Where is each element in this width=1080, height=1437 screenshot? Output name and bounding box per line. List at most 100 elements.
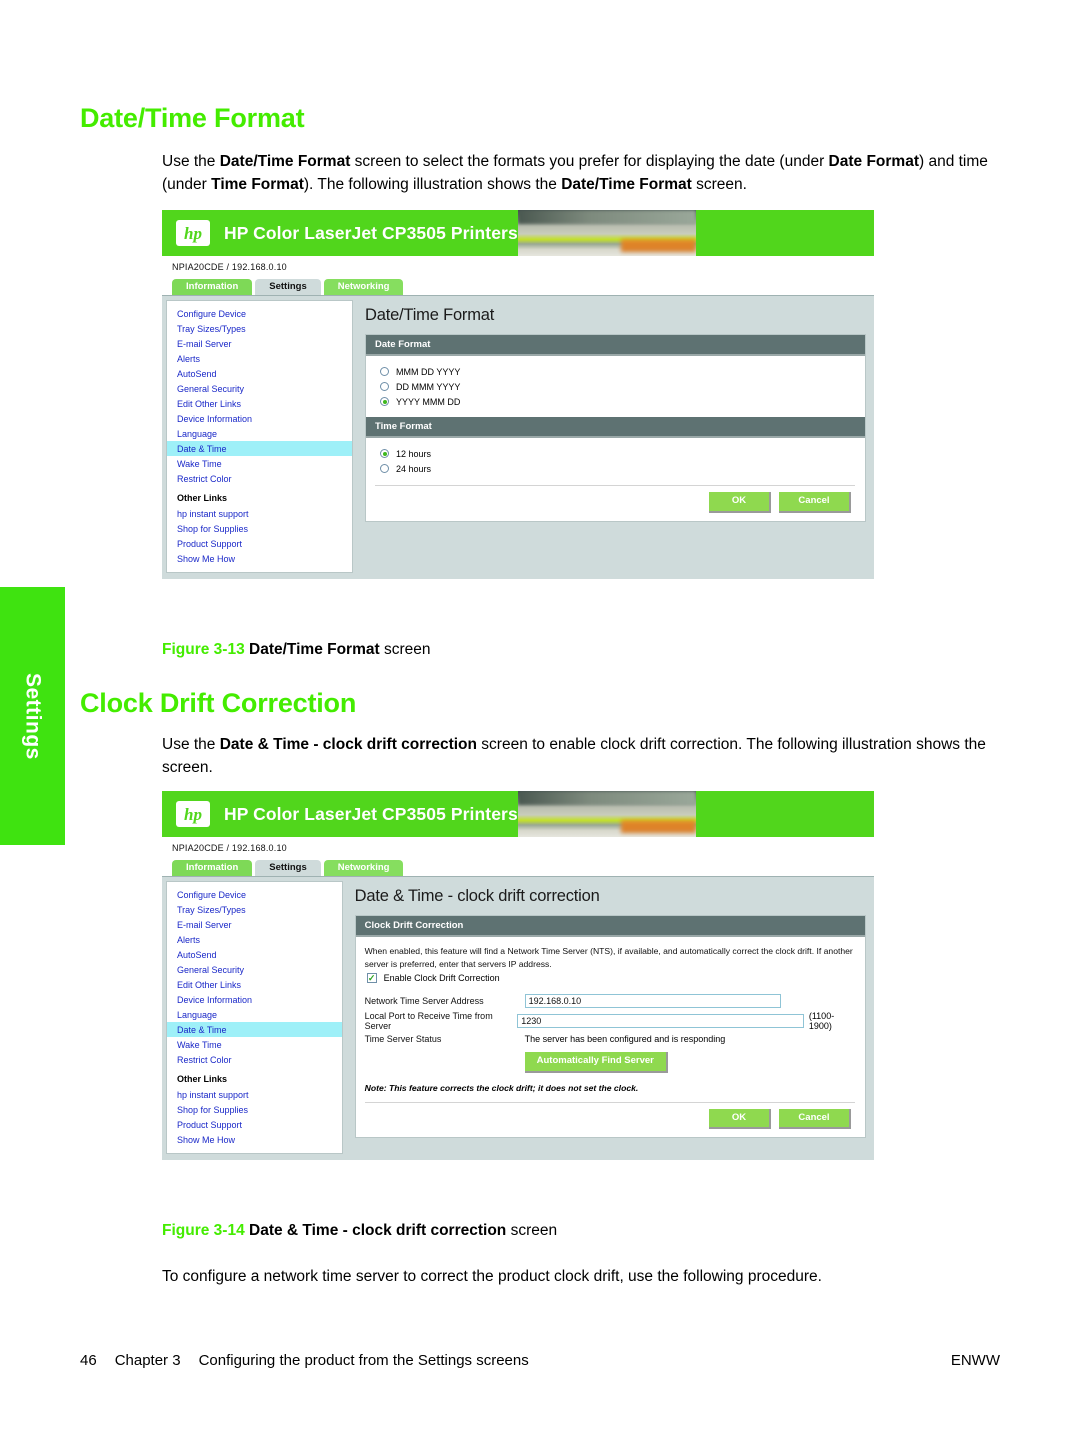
ok-button[interactable]: OK: [709, 1108, 771, 1129]
radio-row-yyyy-mmm-dd[interactable]: YYYY MMM DD: [375, 394, 855, 409]
sidebar-item-general-security[interactable]: General Security: [177, 381, 352, 396]
radio-icon-yyyy-mmm-dd[interactable]: [380, 397, 389, 406]
sidebar-item-tray-sizes-types[interactable]: Tray Sizes/Types: [177, 902, 342, 917]
radio-label-yyyy-mmm-dd: YYYY MMM DD: [396, 396, 461, 407]
checkbox-enable-clock-drift[interactable]: ✓: [366, 973, 377, 983]
sidebar-item-e-mail-server[interactable]: E-mail Server: [177, 917, 342, 932]
date-format-options: MMM DD YYYY DD MMM YYYY YYYY MMM DD: [366, 356, 865, 417]
figure-title-3-14: Date & Time - clock drift correction: [249, 1222, 507, 1239]
button-row: OK Cancel: [375, 492, 855, 513]
sidebar-item-shop-for-supplies[interactable]: Shop for Supplies: [177, 1102, 342, 1117]
radio-icon-24-hours[interactable]: [380, 464, 389, 473]
hp-logo-icon: hp: [176, 220, 210, 246]
page-title-clock-drift-correction: Clock Drift Correction: [80, 688, 357, 718]
footer-chapter-title: Configuring the product from the Setting…: [198, 1352, 529, 1369]
sidebar-item-autosend[interactable]: AutoSend: [177, 366, 352, 381]
ews-device-id: NPIA20CDE / 192.168.0.10: [172, 843, 287, 853]
ews-page-heading: Date/Time Format: [365, 306, 495, 324]
radio-icon-mmm-dd-yyyy[interactable]: [380, 367, 389, 376]
radio-icon-12-hours[interactable]: [380, 449, 389, 458]
cancel-button[interactable]: Cancel: [779, 492, 851, 513]
figure-number-3-14: Figure 3-14: [162, 1222, 245, 1239]
tab-settings[interactable]: Settings: [255, 859, 321, 876]
radio-row-mmm-dd-yyyy[interactable]: MMM DD YYYY: [375, 364, 855, 379]
clock-drift-section-header: Clock Drift Correction: [355, 916, 865, 937]
ews-body: Configure Device Tray Sizes/Types E-mail…: [162, 295, 874, 579]
sidebar-item-edit-other-links[interactable]: Edit Other Links: [177, 396, 352, 411]
sidebar-item-date-time[interactable]: Date & Time: [167, 1022, 342, 1037]
figure-number-3-13: Figure 3-13: [162, 641, 245, 658]
ews-screenshot-date-time-format: hp HP Color LaserJet CP3505 Printers NPI…: [162, 210, 874, 628]
cancel-button[interactable]: Cancel: [779, 1108, 851, 1129]
tab-information[interactable]: Information: [172, 278, 253, 295]
tab-networking[interactable]: Networking: [323, 859, 404, 876]
sidebar-item-device-information[interactable]: Device Information: [177, 411, 352, 426]
sidebar-item-autosend[interactable]: AutoSend: [177, 947, 342, 962]
radio-row-dd-mmm-yyyy[interactable]: DD MMM YYYY: [375, 379, 855, 394]
sidebar-item-configure-device[interactable]: Configure Device: [177, 887, 342, 902]
ews-tab-bar[interactable]: Information Settings Networking: [162, 857, 874, 876]
ews-banner: hp HP Color LaserJet CP3505 Printers: [162, 791, 874, 837]
ews-sidebar[interactable]: Configure Device Tray Sizes/Types E-mail…: [166, 881, 343, 1154]
network-time-server-address-label: Network Time Server Address: [364, 996, 484, 1006]
local-port-input[interactable]: 1230: [517, 1014, 804, 1028]
sidebar-item-restrict-color[interactable]: Restrict Color: [177, 1052, 342, 1067]
figure-title-3-13: Date/Time Format: [249, 641, 380, 658]
sidebar-item-e-mail-server[interactable]: E-mail Server: [177, 336, 352, 351]
ok-button[interactable]: OK: [709, 492, 771, 513]
ews-banner: hp HP Color LaserJet CP3505 Printers: [162, 210, 874, 256]
ews-sidebar[interactable]: Configure Device Tray Sizes/Types E-mail…: [166, 300, 353, 573]
local-port-row: Local Port to Receive Time from Server 1…: [365, 1011, 855, 1031]
radio-row-24-hours[interactable]: 24 hours: [375, 461, 855, 476]
sidebar-item-configure-device[interactable]: Configure Device: [177, 306, 352, 321]
sidebar-item-wake-time[interactable]: Wake Time: [177, 456, 352, 471]
radio-row-12-hours[interactable]: 12 hours: [375, 446, 855, 461]
tab-networking[interactable]: Networking: [323, 278, 404, 295]
ews-screenshot-clock-drift-correction: hp HP Color LaserJet CP3505 Printers NPI…: [162, 791, 874, 1205]
radio-label-dd-mmm-yyyy: DD MMM YYYY: [396, 381, 461, 392]
sidebar-item-show-me-how[interactable]: Show Me How: [177, 1132, 342, 1147]
sidebar-item-hp-instant-support[interactable]: hp instant support: [177, 1087, 342, 1102]
ews-banner-title: HP Color LaserJet CP3505 Printers: [224, 803, 518, 824]
sidebar-item-alerts[interactable]: Alerts: [177, 932, 342, 947]
sidebar-item-edit-other-links[interactable]: Edit Other Links: [177, 977, 342, 992]
sidebar-item-restrict-color[interactable]: Restrict Color: [177, 471, 352, 486]
sidebar-item-device-information[interactable]: Device Information: [177, 992, 342, 1007]
sidebar-item-alerts[interactable]: Alerts: [177, 351, 352, 366]
sidebar-item-date-time[interactable]: Date & Time: [167, 441, 352, 456]
ews-tab-bar[interactable]: Information Settings Networking: [162, 276, 874, 295]
ews-main-content: Date & Time - clock drift correction Clo…: [343, 877, 874, 1160]
checkbox-label-enable-clock-drift: Enable Clock Drift Correction: [383, 973, 500, 983]
sidebar-item-language[interactable]: Language: [177, 1007, 342, 1022]
clock-drift-note: Note: This feature corrects the clock dr…: [364, 1082, 639, 1093]
sidebar-item-product-support[interactable]: Product Support: [177, 536, 352, 551]
sidebar-item-shop-for-supplies[interactable]: Shop for Supplies: [177, 521, 352, 536]
sidebar-other-links-heading: Other Links: [177, 1074, 228, 1084]
time-server-status-row: Time Server Status The server has been c…: [365, 1034, 855, 1044]
network-time-server-address-input[interactable]: 192.168.0.10: [524, 994, 781, 1008]
figure-caption-3-14: Figure 3-14 Date & Time - clock drift co…: [162, 1222, 557, 1240]
tab-information[interactable]: Information: [172, 859, 253, 876]
date-time-format-panel: Date Format MMM DD YYYY DD MMM YYYY YYYY…: [365, 334, 866, 522]
form-divider: [364, 1101, 855, 1103]
radio-label-12-hours: 12 hours: [396, 448, 432, 459]
sidebar-item-product-support[interactable]: Product Support: [177, 1117, 342, 1132]
sidebar-item-language[interactable]: Language: [177, 426, 352, 441]
tab-settings[interactable]: Settings: [255, 278, 321, 295]
sidebar-item-hp-instant-support[interactable]: hp instant support: [177, 506, 352, 521]
body-text-clock-drift-correction: Use the Date & Time - clock drift correc…: [162, 736, 986, 776]
ews-banner-title: HP Color LaserJet CP3505 Printers: [224, 222, 518, 243]
ews-main-content: Date/Time Format Date Format MMM DD YYYY…: [353, 296, 874, 579]
sidebar-item-show-me-how[interactable]: Show Me How: [177, 551, 352, 566]
automatically-find-server-button[interactable]: Automatically Find Server: [524, 1052, 668, 1073]
time-server-status-value: The server has been configured and is re…: [524, 1034, 726, 1044]
time-server-status-label: Time Server Status: [364, 1034, 442, 1044]
date-format-section-header: Date Format: [366, 335, 865, 356]
enable-clock-drift-row[interactable]: ✓ Enable Clock Drift Correction: [365, 970, 855, 985]
footer-page-number: 46: [80, 1352, 97, 1369]
radio-icon-dd-mmm-yyyy[interactable]: [380, 382, 389, 391]
sidebar-item-tray-sizes-types[interactable]: Tray Sizes/Types: [177, 321, 352, 336]
sidebar-item-wake-time[interactable]: Wake Time: [177, 1037, 342, 1052]
sidebar-item-general-security[interactable]: General Security: [177, 962, 342, 977]
ews-logo-bar: hp HP Color LaserJet CP3505 Printers: [162, 210, 518, 256]
